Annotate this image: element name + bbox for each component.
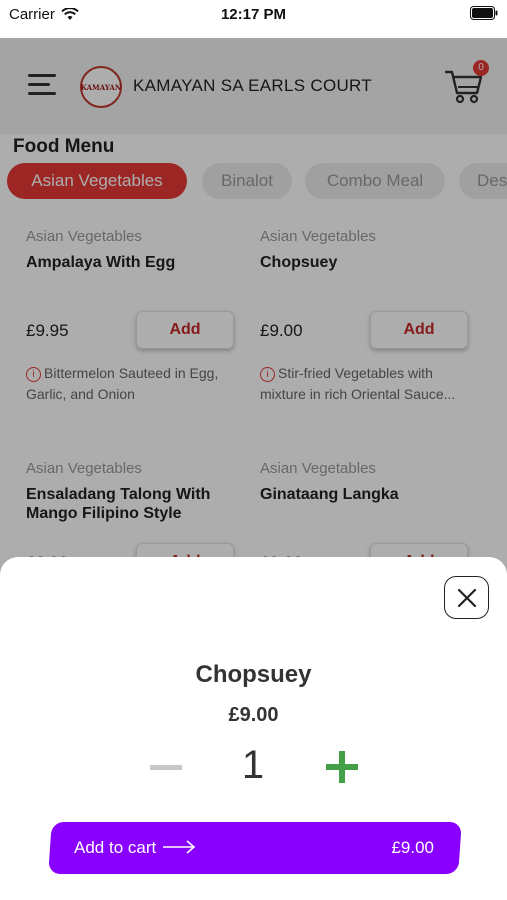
arrow-right-icon <box>163 840 196 854</box>
increase-quantity-button[interactable] <box>326 751 358 783</box>
item-price: £9.00 <box>228 704 279 726</box>
add-to-cart-label: Add to cart <box>74 838 157 857</box>
battery-icon <box>470 6 498 25</box>
item-title: Chopsuey <box>195 661 312 688</box>
minus-icon <box>150 765 182 770</box>
status-bar: Carrier 12:17 PM <box>0 0 507 38</box>
add-to-cart-sheet: Chopsuey £9.00 1 Add to cart £9.00 <box>0 557 507 900</box>
add-to-cart-button[interactable]: Add to cart £9.00 <box>48 822 462 874</box>
add-to-cart-total: £9.00 <box>391 838 434 857</box>
decrease-quantity-button[interactable] <box>150 748 182 788</box>
quantity-value: 1 <box>241 743 265 787</box>
close-button[interactable] <box>444 576 489 619</box>
close-icon <box>457 588 476 607</box>
clock: 12:17 PM <box>220 6 287 23</box>
